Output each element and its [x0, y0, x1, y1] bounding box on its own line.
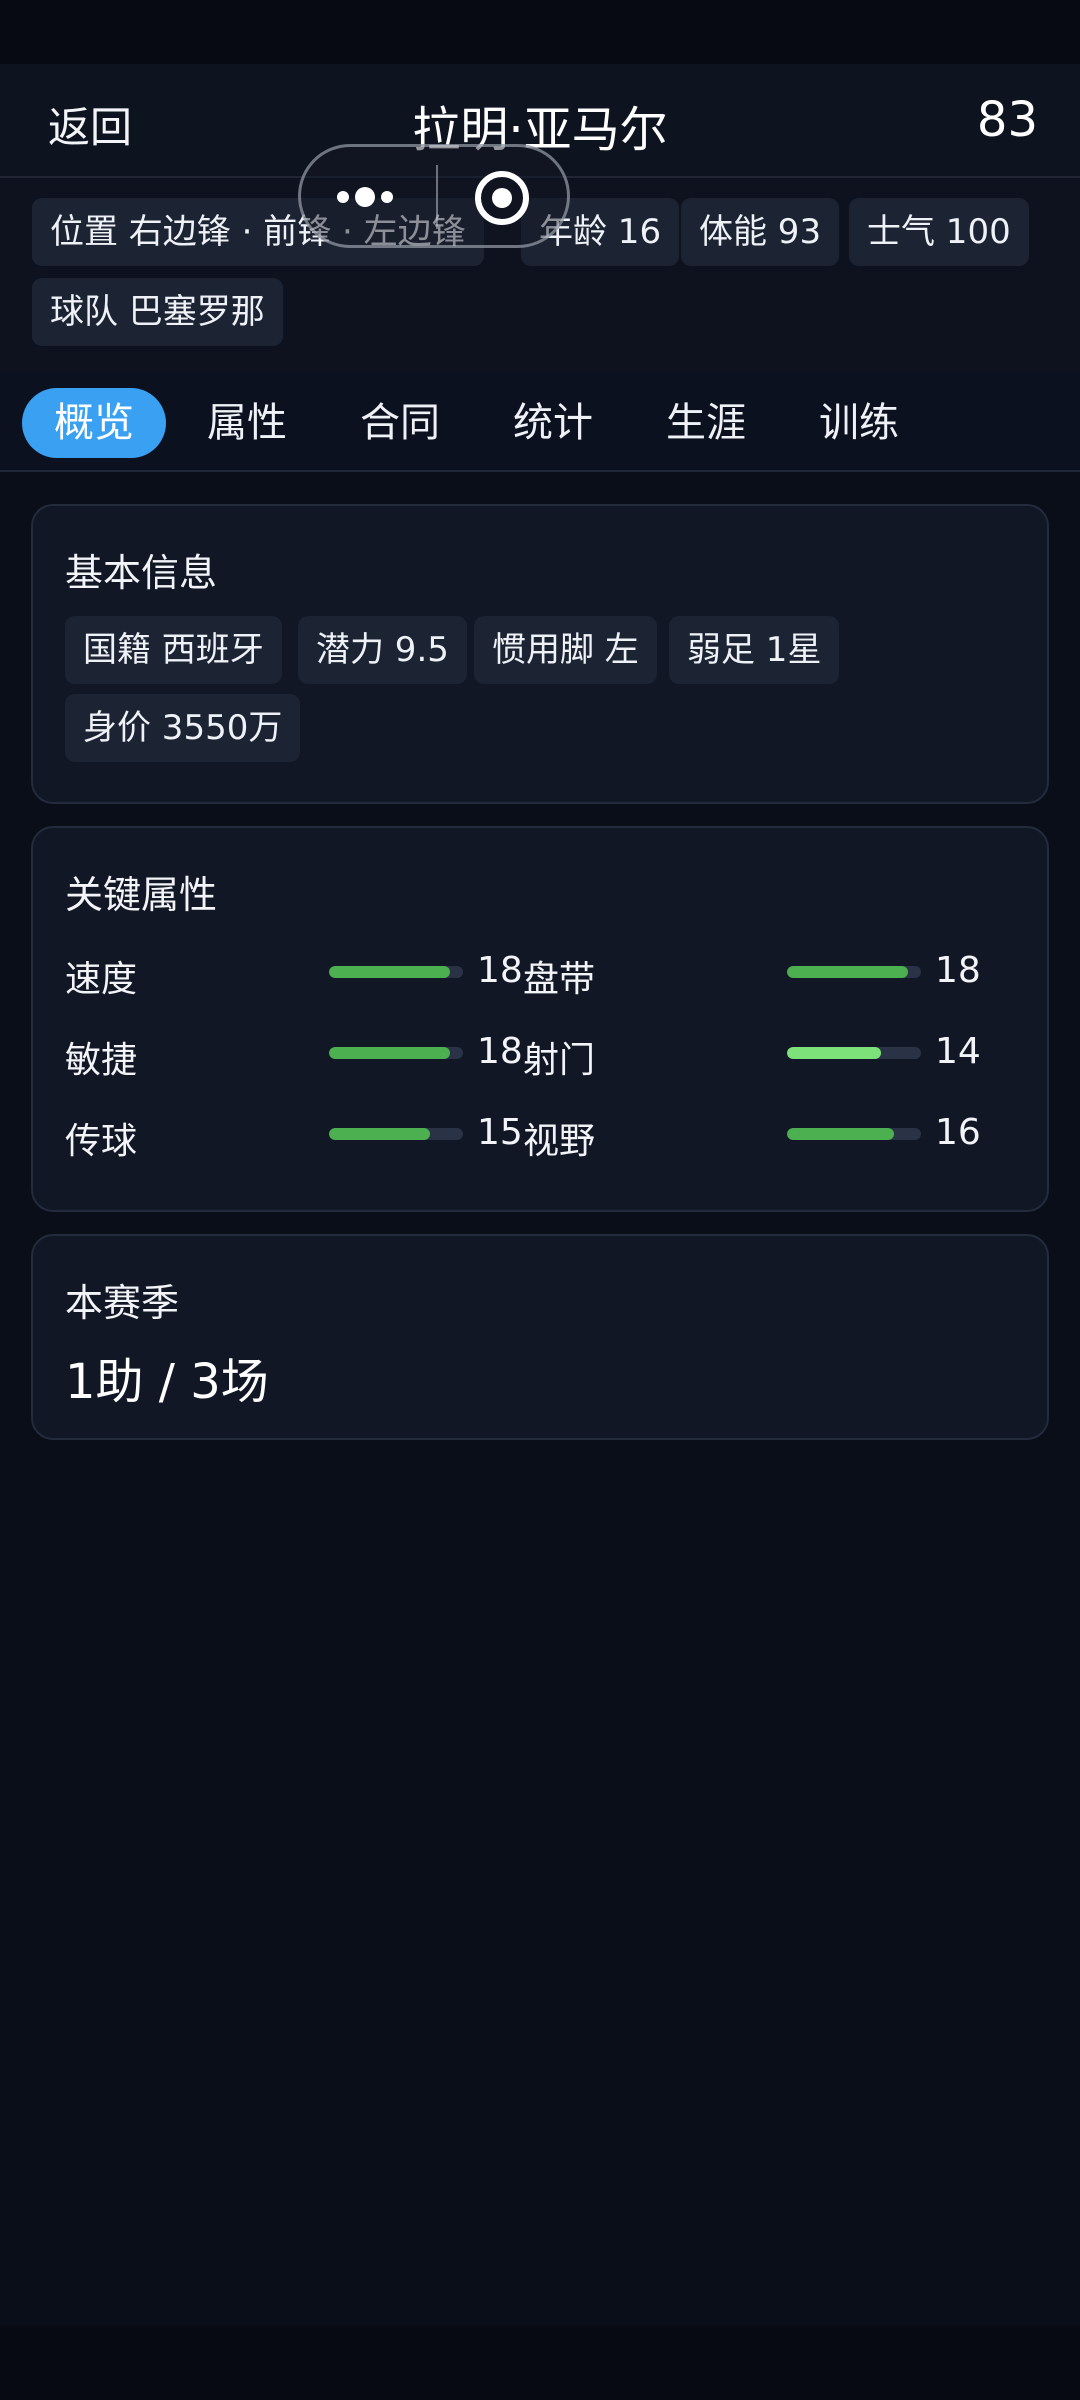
basic-info-title: 基本信息 [65, 551, 218, 595]
capsule-divider [436, 165, 438, 229]
attr-name: 射门 [523, 1040, 596, 1081]
tab-training[interactable]: 训练 [798, 388, 920, 458]
tab-contract[interactable]: 合同 [339, 388, 461, 458]
season-title: 本赛季 [65, 1281, 180, 1325]
key-attributes-card: 关键属性 速度 18 盘带 18 敏捷 18 射门 14 传球 15 视野 16 [31, 826, 1049, 1212]
mini-program-capsule [298, 144, 570, 248]
attr-name: 视野 [523, 1121, 596, 1162]
preferred-foot-chip: 惯用脚 左 [474, 616, 657, 684]
market-value-chip: 身价 3550万 [65, 694, 301, 762]
attr-value: 16 [935, 1112, 981, 1153]
attr-name: 速度 [65, 959, 138, 1000]
attr-bar [329, 966, 463, 978]
tab-stats[interactable]: 统计 [492, 388, 614, 458]
attr-name: 传球 [65, 1121, 138, 1162]
season-card: 本赛季 1助 / 3场 [31, 1234, 1049, 1440]
system-nav-bar [0, 2326, 1080, 2400]
attr-bar [787, 966, 921, 978]
tab-bar: 概览 属性 合同 统计 生涯 训练 [0, 372, 1080, 472]
attr-value: 18 [935, 950, 981, 991]
stamina-chip: 体能 93 [681, 198, 840, 266]
target-circle-icon[interactable] [475, 171, 529, 225]
attr-value: 18 [477, 1031, 523, 1072]
attr-value: 14 [935, 1031, 981, 1072]
attr-value: 15 [477, 1112, 523, 1153]
attr-bar [787, 1128, 921, 1140]
morale-chip: 士气 100 [849, 198, 1029, 266]
attr-name: 盘带 [523, 959, 596, 1000]
tab-overview[interactable]: 概览 [22, 388, 166, 458]
nationality-chip: 国籍 西班牙 [65, 616, 282, 684]
attr-bar [329, 1047, 463, 1059]
potential-chip: 潜力 9.5 [298, 616, 467, 684]
key-attributes-title: 关键属性 [65, 873, 218, 917]
player-rating: 83 [976, 92, 1038, 148]
attr-name: 敏捷 [65, 1040, 138, 1081]
tab-career[interactable]: 生涯 [645, 388, 767, 458]
tab-attributes[interactable]: 属性 [186, 388, 308, 458]
status-bar [0, 0, 1080, 64]
attr-bar [329, 1128, 463, 1140]
team-chip: 球队 巴塞罗那 [32, 278, 283, 346]
attr-value: 18 [477, 950, 523, 991]
attr-bar [787, 1047, 921, 1059]
season-summary: 1助 / 3场 [65, 1354, 269, 1410]
basic-info-card: 基本信息 国籍 西班牙 潜力 9.5 惯用脚 左 弱足 1星 身价 3550万 [31, 504, 1049, 804]
more-dots-icon[interactable] [337, 185, 407, 209]
weak-foot-chip: 弱足 1星 [669, 616, 840, 684]
